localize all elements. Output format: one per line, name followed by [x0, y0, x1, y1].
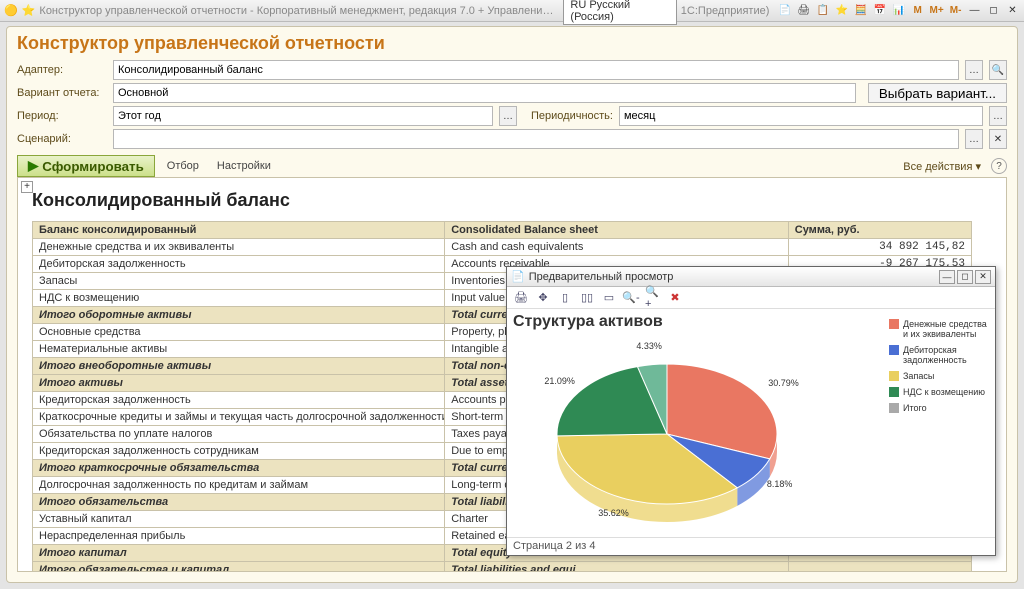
pv-nav-icon[interactable]: ✥: [535, 290, 551, 306]
toolbar-icon-1[interactable]: 📄: [777, 3, 792, 19]
legend-item: Дебиторская задолженность: [889, 345, 991, 365]
col-header-en: Consolidated Balance sheet: [445, 222, 789, 239]
preview-doc-icon: 📄: [511, 270, 525, 283]
pv-close-tool-icon[interactable]: ✖: [667, 290, 683, 306]
all-actions-menu[interactable]: Все действия ▾: [903, 160, 981, 173]
freq-label: Периодичность:: [531, 110, 613, 122]
period-dots-button[interactable]: …: [499, 106, 517, 126]
preview-min-icon[interactable]: —: [939, 270, 955, 284]
run-button[interactable]: ▶ Сформировать: [17, 155, 155, 177]
pv-page2-icon[interactable]: ▯▯: [579, 290, 595, 306]
adapter-search-icon[interactable]: 🔍: [989, 60, 1007, 80]
star-icon[interactable]: ⭐: [22, 4, 36, 18]
window-titlebar: 🟡 ⭐ Конструктор управленческой отчетност…: [0, 0, 1024, 22]
scenario-label: Сценарий:: [17, 133, 107, 145]
scenario-dots-button[interactable]: …: [965, 129, 983, 149]
col-header-ru: Баланс консолидированный: [33, 222, 445, 239]
lang-selector[interactable]: RU Русский (Россия): [563, 0, 676, 25]
legend-item: НДС к возмещению: [889, 387, 991, 397]
adapter-dots-button[interactable]: …: [965, 60, 983, 80]
pv-zoomout-icon[interactable]: 🔍-: [623, 290, 639, 306]
close-icon[interactable]: ✕: [1005, 3, 1020, 19]
filter-tab[interactable]: Отбор: [161, 160, 205, 172]
window-title: Конструктор управленческой отчетности - …: [39, 5, 559, 17]
preview-titlebar: 📄 Предварительный просмотр — ◻ ✕: [507, 267, 995, 287]
adapter-input[interactable]: [113, 60, 959, 80]
pie-slice-label: 35.62%: [598, 508, 629, 518]
pv-zoomin-icon[interactable]: 🔍+: [645, 290, 661, 306]
freq-input[interactable]: [619, 106, 983, 126]
toolbar-icon-3[interactable]: 📋: [815, 3, 830, 19]
m-plus-button[interactable]: M+: [929, 3, 944, 19]
toolbar-icon-7[interactable]: 📊: [891, 3, 906, 19]
expand-button[interactable]: +: [21, 181, 33, 193]
maximize-icon[interactable]: ◻: [986, 3, 1001, 19]
table-row[interactable]: Итого обязательства и капиталTotal liabi…: [33, 562, 972, 573]
run-label: Сформировать: [42, 159, 144, 174]
preview-title: Предварительный просмотр: [529, 271, 674, 283]
play-icon: ▶: [28, 158, 38, 174]
chart-area: Структура активов 30.79% 8.18% 35.62% 21.09…: [507, 309, 885, 537]
freq-dots-button[interactable]: …: [989, 106, 1007, 126]
pv-fit-icon[interactable]: ▭: [601, 290, 617, 306]
calc-icon[interactable]: 🧮: [853, 3, 868, 19]
help-icon[interactable]: ?: [991, 158, 1007, 174]
m-button[interactable]: M: [910, 3, 925, 19]
pie-slice-label: 30.79%: [768, 378, 799, 388]
minimize-icon[interactable]: —: [967, 3, 982, 19]
report-toolbar: ▶ Сформировать Отбор Настройки Все действ…: [17, 155, 1007, 177]
scenario-clear-button[interactable]: ✕: [989, 129, 1007, 149]
variant-input[interactable]: [113, 83, 856, 103]
fav-icon[interactable]: ⭐: [834, 3, 849, 19]
preview-window: 📄 Предварительный просмотр — ◻ ✕ 🖨 ✥ ▯ ▯…: [506, 266, 996, 556]
col-header-val: Сумма, руб.: [788, 222, 971, 239]
choose-variant-button[interactable]: Выбрать вариант...: [868, 83, 1007, 103]
app-icon: 🟡: [4, 4, 18, 18]
pv-print-icon[interactable]: 🖨: [513, 290, 529, 306]
legend-item: Запасы: [889, 371, 991, 381]
preview-close-icon[interactable]: ✕: [975, 270, 991, 284]
period-input[interactable]: [113, 106, 493, 126]
report-title: Консолидированный баланс: [32, 190, 1006, 211]
legend-item: Денежные средства и их эквиваленты: [889, 319, 991, 339]
settings-tab[interactable]: Настройки: [211, 160, 277, 172]
app-name: 1С:Предприятие): [681, 5, 770, 17]
table-row[interactable]: Денежные средства и их эквивалентыCash a…: [33, 239, 972, 256]
variant-label: Вариант отчета:: [17, 87, 107, 99]
period-label: Период:: [17, 110, 107, 122]
calendar-icon[interactable]: 📅: [872, 3, 887, 19]
preview-status: Страница 2 из 4: [507, 537, 995, 555]
pie-slice-label: 8.18%: [767, 479, 793, 489]
pie-chart: [517, 339, 817, 529]
legend-item: Итого: [889, 403, 991, 413]
print-icon[interactable]: 🖨: [796, 3, 811, 19]
scenario-input[interactable]: [113, 129, 959, 149]
m-minus-button[interactable]: M-: [948, 3, 963, 19]
pie-slice-label: 4.33%: [636, 341, 662, 351]
preview-toolbar: 🖨 ✥ ▯ ▯▯ ▭ 🔍- 🔍+ ✖: [507, 287, 995, 309]
chart-legend: Денежные средства и их эквиваленты Дебито…: [885, 309, 995, 537]
preview-max-icon[interactable]: ◻: [957, 270, 973, 284]
chart-title: Структура активов: [513, 313, 885, 331]
pie-slice-label: 21.09%: [544, 376, 575, 386]
adapter-label: Адаптер:: [17, 64, 107, 76]
page-title: Конструктор управленческой отчетности: [17, 33, 1007, 54]
pv-page1-icon[interactable]: ▯: [557, 290, 573, 306]
